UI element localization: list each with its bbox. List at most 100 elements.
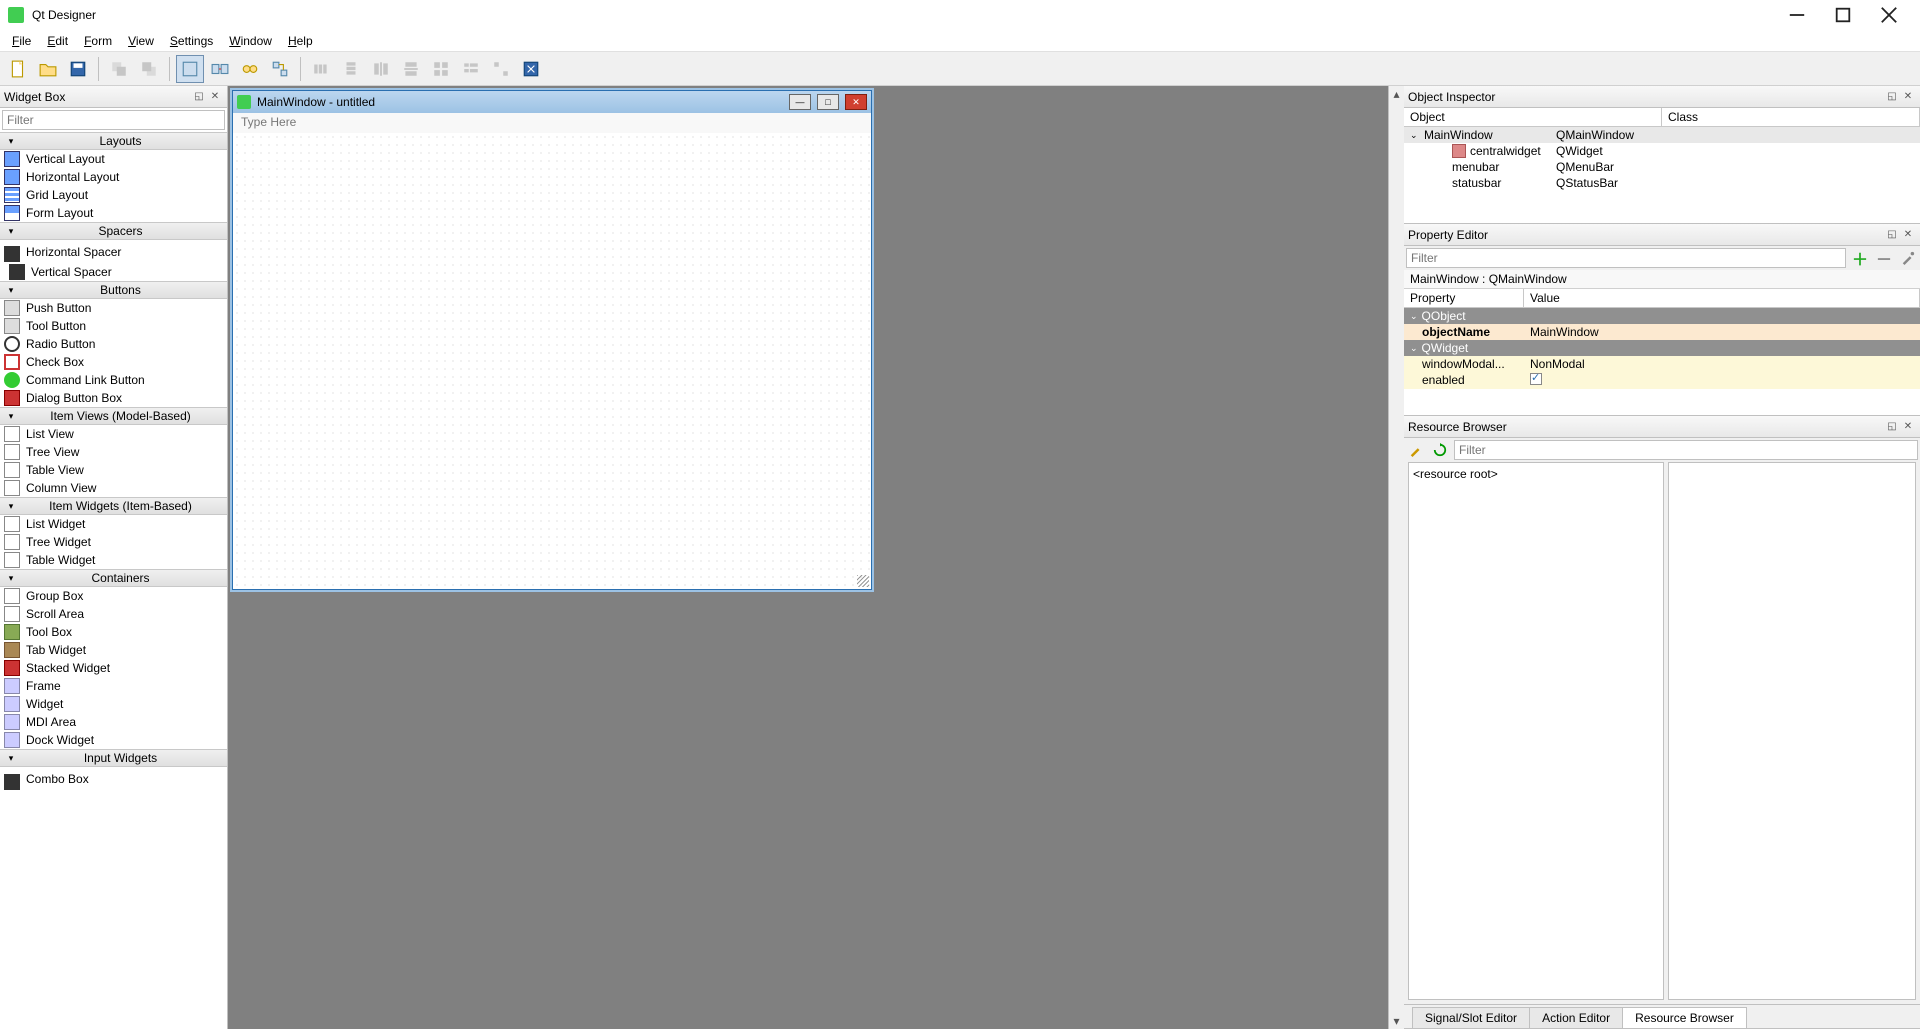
resource-filter-input[interactable]: [1454, 440, 1918, 460]
widget-item[interactable]: List View: [0, 425, 227, 443]
form-maximize-button[interactable]: □: [817, 94, 839, 110]
bottom-tab[interactable]: Action Editor: [1529, 1007, 1623, 1028]
layout-hsplit-button[interactable]: [367, 55, 395, 83]
object-tree-row[interactable]: centralwidgetQWidget: [1404, 143, 1920, 159]
widget-category[interactable]: ▾Layouts: [0, 132, 227, 150]
widget-item[interactable]: Frame: [0, 677, 227, 695]
menu-file[interactable]: File: [4, 32, 39, 50]
widget-item[interactable]: Table View: [0, 461, 227, 479]
widget-item[interactable]: Combo Box: [0, 767, 227, 791]
form-window[interactable]: MainWindow - untitled — □ ✕ Type Here: [232, 90, 872, 590]
widget-item[interactable]: Scroll Area: [0, 605, 227, 623]
widget-item[interactable]: Tree Widget: [0, 533, 227, 551]
bring-front-button[interactable]: [135, 55, 163, 83]
edit-widgets-button[interactable]: [176, 55, 204, 83]
new-form-button[interactable]: [4, 55, 32, 83]
menu-settings[interactable]: Settings: [162, 32, 221, 50]
save-form-button[interactable]: [64, 55, 92, 83]
close-panel-icon[interactable]: ✕: [1900, 89, 1916, 105]
open-form-button[interactable]: [34, 55, 62, 83]
widget-item[interactable]: Dialog Button Box: [0, 389, 227, 407]
object-col-header[interactable]: Object: [1404, 108, 1662, 126]
float-panel-icon[interactable]: ◱: [1884, 227, 1900, 243]
widget-category[interactable]: ▾Spacers: [0, 222, 227, 240]
close-button[interactable]: [1866, 0, 1912, 30]
widget-item[interactable]: Vertical Spacer: [0, 263, 227, 281]
send-back-button[interactable]: [105, 55, 133, 83]
menu-help[interactable]: Help: [280, 32, 321, 50]
property-filter-input[interactable]: [1406, 248, 1846, 268]
edit-buddies-button[interactable]: [236, 55, 264, 83]
widget-item[interactable]: Table Widget: [0, 551, 227, 569]
object-tree-row[interactable]: ⌄MainWindowQMainWindow: [1404, 127, 1920, 143]
widget-box-list[interactable]: ▾LayoutsVertical LayoutHorizontal Layout…: [0, 132, 227, 1029]
widget-category[interactable]: ▾Item Views (Model-Based): [0, 407, 227, 425]
widget-item[interactable]: Horizontal Spacer: [0, 240, 227, 263]
form-menubar-placeholder[interactable]: Type Here: [233, 113, 871, 133]
class-col-header[interactable]: Class: [1662, 108, 1920, 126]
layout-v-button[interactable]: [337, 55, 365, 83]
minimize-button[interactable]: [1774, 0, 1820, 30]
edit-resources-button[interactable]: [1406, 440, 1426, 460]
checkbox-icon[interactable]: [1530, 373, 1542, 385]
widget-item[interactable]: List Widget: [0, 515, 227, 533]
close-panel-icon[interactable]: ✕: [1900, 419, 1916, 435]
bottom-tab[interactable]: Resource Browser: [1622, 1007, 1747, 1028]
widget-category[interactable]: ▾Containers: [0, 569, 227, 587]
widget-item[interactable]: Command Link Button: [0, 371, 227, 389]
widget-item[interactable]: Push Button: [0, 299, 227, 317]
widget-item[interactable]: Tool Box: [0, 623, 227, 641]
float-panel-icon[interactable]: ◱: [1884, 89, 1900, 105]
property-row[interactable]: enabled: [1404, 372, 1920, 389]
close-panel-icon[interactable]: ✕: [1900, 227, 1916, 243]
widget-item[interactable]: Horizontal Layout: [0, 168, 227, 186]
widget-category[interactable]: ▾Input Widgets: [0, 749, 227, 767]
widget-category[interactable]: ▾Buttons: [0, 281, 227, 299]
layout-h-button[interactable]: [307, 55, 335, 83]
widget-item[interactable]: Check Box: [0, 353, 227, 371]
add-dynamic-property-button[interactable]: ＋: [1850, 248, 1870, 268]
bottom-tab[interactable]: Signal/Slot Editor: [1412, 1007, 1530, 1028]
widget-item[interactable]: Group Box: [0, 587, 227, 605]
widget-box-filter-input[interactable]: [2, 110, 225, 130]
mdi-vertical-scrollbar[interactable]: ▴ ▾: [1388, 86, 1404, 1029]
object-inspector-tree[interactable]: ⌄MainWindowQMainWindowcentralwidgetQWidg…: [1404, 127, 1920, 223]
form-minimize-button[interactable]: —: [789, 94, 811, 110]
widget-item[interactable]: Dock Widget: [0, 731, 227, 749]
layout-vsplit-button[interactable]: [397, 55, 425, 83]
scroll-up-icon[interactable]: ▴: [1389, 86, 1404, 102]
resize-grip-icon[interactable]: [857, 575, 869, 587]
property-group-header[interactable]: ⌄QWidget: [1404, 340, 1920, 356]
form-close-button[interactable]: ✕: [845, 94, 867, 110]
widget-item[interactable]: Stacked Widget: [0, 659, 227, 677]
maximize-button[interactable]: [1820, 0, 1866, 30]
widget-item[interactable]: Grid Layout: [0, 186, 227, 204]
menu-view[interactable]: View: [120, 32, 162, 50]
layout-grid-button[interactable]: [427, 55, 455, 83]
scroll-down-icon[interactable]: ▾: [1389, 1013, 1404, 1029]
widget-item[interactable]: Vertical Layout: [0, 150, 227, 168]
widget-item[interactable]: Widget: [0, 695, 227, 713]
menu-edit[interactable]: Edit: [39, 32, 76, 50]
widget-item[interactable]: Radio Button: [0, 335, 227, 353]
property-row[interactable]: objectNameMainWindow: [1404, 324, 1920, 340]
property-col-header[interactable]: Property: [1404, 289, 1524, 307]
edit-taborder-button[interactable]: [266, 55, 294, 83]
property-group-header[interactable]: ⌄QObject: [1404, 308, 1920, 324]
object-tree-row[interactable]: menubarQMenuBar: [1404, 159, 1920, 175]
widget-item[interactable]: MDI Area: [0, 713, 227, 731]
widget-item[interactable]: Tab Widget: [0, 641, 227, 659]
widget-item[interactable]: Column View: [0, 479, 227, 497]
object-tree-row[interactable]: statusbarQStatusBar: [1404, 175, 1920, 191]
widget-item[interactable]: Tool Button: [0, 317, 227, 335]
resource-root-label[interactable]: <resource root>: [1413, 467, 1498, 481]
property-list[interactable]: ⌄QObjectobjectNameMainWindow⌄QWidgetwind…: [1404, 308, 1920, 415]
close-panel-icon[interactable]: ✕: [207, 89, 223, 105]
adjust-size-button[interactable]: [517, 55, 545, 83]
menu-window[interactable]: Window: [221, 32, 280, 50]
widget-item[interactable]: Form Layout: [0, 204, 227, 222]
form-canvas[interactable]: [233, 133, 871, 589]
layout-form-button[interactable]: [457, 55, 485, 83]
remove-dynamic-property-button[interactable]: －: [1874, 248, 1894, 268]
widget-item[interactable]: Tree View: [0, 443, 227, 461]
